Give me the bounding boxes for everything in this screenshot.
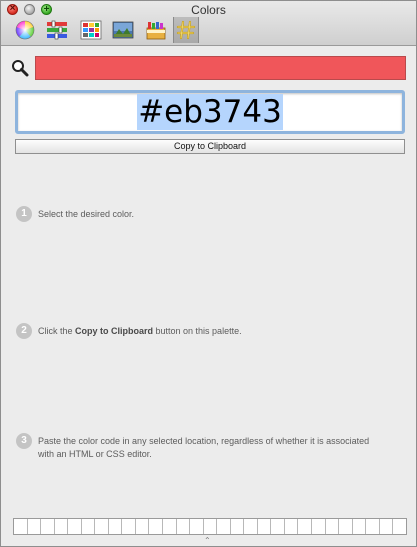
swatch-slot[interactable]: [95, 519, 109, 534]
swatch-slot[interactable]: [14, 519, 28, 534]
swatch-slot[interactable]: [109, 519, 123, 534]
hex-code-value[interactable]: #eb3743: [137, 94, 283, 130]
saved-swatches-tray[interactable]: [13, 518, 407, 535]
image-palettes-icon: [112, 21, 134, 39]
step-number: 1: [16, 206, 32, 222]
magnifier-icon[interactable]: [11, 59, 29, 77]
swatch-slot[interactable]: [380, 519, 394, 534]
crayons-icon: [146, 22, 166, 40]
swatch-slot[interactable]: [393, 519, 406, 534]
hex-code-field[interactable]: #eb3743: [15, 90, 405, 134]
current-color-swatch[interactable]: [35, 56, 406, 80]
color-sliders-icon: [47, 20, 67, 40]
tab-color-sliders[interactable]: [44, 18, 70, 42]
swatch-slot[interactable]: [285, 519, 299, 534]
step-text: Click the Copy to Clipboard button on th…: [38, 326, 242, 336]
color-palettes-icon: [80, 20, 102, 40]
swatch-slot[interactable]: [271, 519, 285, 534]
swatch-slot[interactable]: [244, 519, 258, 534]
colors-window: × + Colors #eb3743 Copy to Clipboard 1 S…: [0, 0, 417, 547]
swatch-slot[interactable]: [82, 519, 96, 534]
tab-color-wheel[interactable]: [12, 18, 38, 42]
tab-image-palettes[interactable]: [110, 18, 136, 42]
swatch-slot[interactable]: [204, 519, 218, 534]
copy-to-clipboard-button[interactable]: Copy to Clipboard: [15, 139, 405, 154]
tab-crayons[interactable]: [143, 18, 169, 42]
tab-color-palettes[interactable]: [78, 18, 104, 42]
hex-code-icon: [176, 20, 196, 40]
instruction-step-3: 3 Paste the color code in any selected l…: [16, 433, 383, 461]
swatch-slot[interactable]: [149, 519, 164, 534]
swatch-slot[interactable]: [190, 519, 204, 534]
instruction-step-2: 2 Click the Copy to Clipboard button on …: [16, 323, 383, 339]
step-text: Paste the color code in any selected loc…: [38, 436, 370, 459]
swatch-slot[interactable]: [55, 519, 69, 534]
step-number: 3: [16, 433, 32, 449]
swatch-slot[interactable]: [217, 519, 231, 534]
swatch-slot[interactable]: [298, 519, 313, 534]
swatch-slot[interactable]: [177, 519, 191, 534]
instruction-step-1: 1 Select the desired color.: [16, 206, 383, 222]
title-bar[interactable]: × + Colors: [1, 1, 416, 46]
swatch-slot[interactable]: [231, 519, 245, 534]
tab-hex-code[interactable]: [173, 17, 199, 43]
swatch-slot[interactable]: [68, 519, 82, 534]
step-text: Select the desired color.: [38, 209, 135, 219]
swatch-slot[interactable]: [122, 519, 136, 534]
swatch-slot[interactable]: [326, 519, 340, 534]
tray-resize-handle[interactable]: ⌃: [204, 536, 211, 545]
window-title: Colors: [191, 3, 226, 17]
swatch-slot[interactable]: [258, 519, 272, 534]
swatch-slot[interactable]: [163, 519, 177, 534]
swatch-slot[interactable]: [41, 519, 55, 534]
swatch-slot[interactable]: [353, 519, 367, 534]
swatch-slot[interactable]: [366, 519, 380, 534]
swatch-slot[interactable]: [312, 519, 326, 534]
step-number: 2: [16, 323, 32, 339]
swatch-slot[interactable]: [339, 519, 353, 534]
color-wheel-icon: [15, 20, 35, 40]
swatch-slot[interactable]: [136, 519, 150, 534]
swatch-slot[interactable]: [28, 519, 42, 534]
